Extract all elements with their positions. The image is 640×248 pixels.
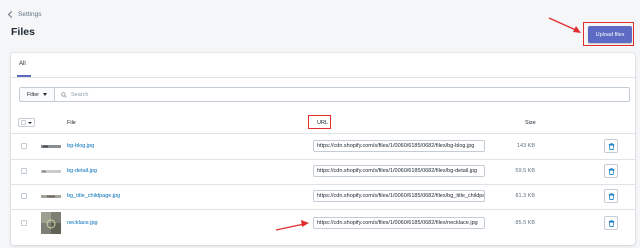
trash-icon — [608, 167, 614, 175]
arrow-to-upload — [548, 17, 579, 32]
table-header: File URL Size — [11, 113, 635, 134]
breadcrumb[interactable]: Settings — [7, 10, 42, 19]
trash-icon — [608, 219, 614, 227]
file-size: 85.5 KB — [515, 220, 535, 226]
row-checkbox[interactable] — [21, 193, 27, 199]
caret-down-icon — [28, 121, 32, 124]
table-row: bg-blog.jpg https://cdn.shopify.com/s/fi… — [11, 134, 635, 160]
delete-button[interactable] — [604, 216, 618, 230]
file-name-link[interactable]: necklace.jpg — [67, 220, 98, 226]
upload-files-button[interactable]: Upload files — [588, 26, 632, 43]
url-field[interactable]: https://cdn.shopify.com/s/files/1/0060/6… — [313, 190, 485, 202]
chevron-left-icon — [7, 10, 16, 19]
select-all-checkbox[interactable] — [21, 120, 26, 125]
tab-all[interactable]: All — [19, 61, 26, 67]
row-checkbox[interactable] — [21, 143, 27, 149]
file-thumbnail — [41, 145, 61, 148]
table-row: bg-detail.jpg https://cdn.shopify.com/s/… — [11, 159, 635, 185]
column-header-file: File — [67, 120, 76, 126]
file-size: 59.5 KB — [515, 168, 535, 174]
table-row: bg_title_childpage.jpg https://cdn.shopi… — [11, 184, 635, 210]
search-input[interactable] — [71, 91, 591, 98]
url-field[interactable]: https://cdn.shopify.com/s/files/1/0060/6… — [313, 165, 485, 177]
url-field[interactable]: https://cdn.shopify.com/s/files/1/0060/6… — [313, 217, 485, 229]
url-field[interactable]: https://cdn.shopify.com/s/files/1/0060/6… — [313, 140, 485, 152]
column-header-size: Size — [525, 120, 536, 126]
files-card: All Filter File URL Size bg-blog.jpg htt… — [11, 53, 635, 245]
filter-label: Filter — [26, 91, 40, 98]
page-title: Files — [11, 26, 35, 38]
tab-bar: All — [11, 53, 635, 78]
breadcrumb-label[interactable]: Settings — [18, 11, 42, 18]
file-size: 81.3 KB — [515, 193, 535, 199]
column-header-url: URL — [317, 120, 329, 126]
arrowhead-upload — [573, 26, 581, 33]
search-icon — [61, 91, 67, 98]
file-name-link[interactable]: bg-detail.jpg — [67, 168, 97, 174]
caret-down-icon — [43, 93, 48, 96]
bulk-select-dropdown[interactable] — [18, 118, 35, 127]
delete-button[interactable] — [604, 189, 618, 203]
filter-button[interactable]: Filter — [19, 87, 55, 102]
row-checkbox[interactable] — [21, 168, 27, 174]
trash-icon — [608, 142, 614, 150]
delete-button[interactable] — [604, 164, 618, 178]
file-name-link[interactable]: bg_title_childpage.jpg — [67, 193, 120, 199]
table-row: necklace.jpg https://cdn.shopify.com/s/f… — [11, 209, 635, 237]
file-thumbnail — [41, 195, 61, 198]
file-thumbnail — [41, 212, 61, 234]
search-field[interactable] — [54, 87, 630, 102]
trash-icon — [608, 192, 614, 200]
tab-selected-indicator — [17, 75, 31, 77]
file-name-link[interactable]: bg-blog.jpg — [67, 143, 94, 149]
row-checkbox[interactable] — [21, 220, 27, 226]
delete-button[interactable] — [604, 139, 618, 153]
file-thumbnail — [41, 170, 61, 173]
file-size: 143 KB — [516, 143, 535, 149]
